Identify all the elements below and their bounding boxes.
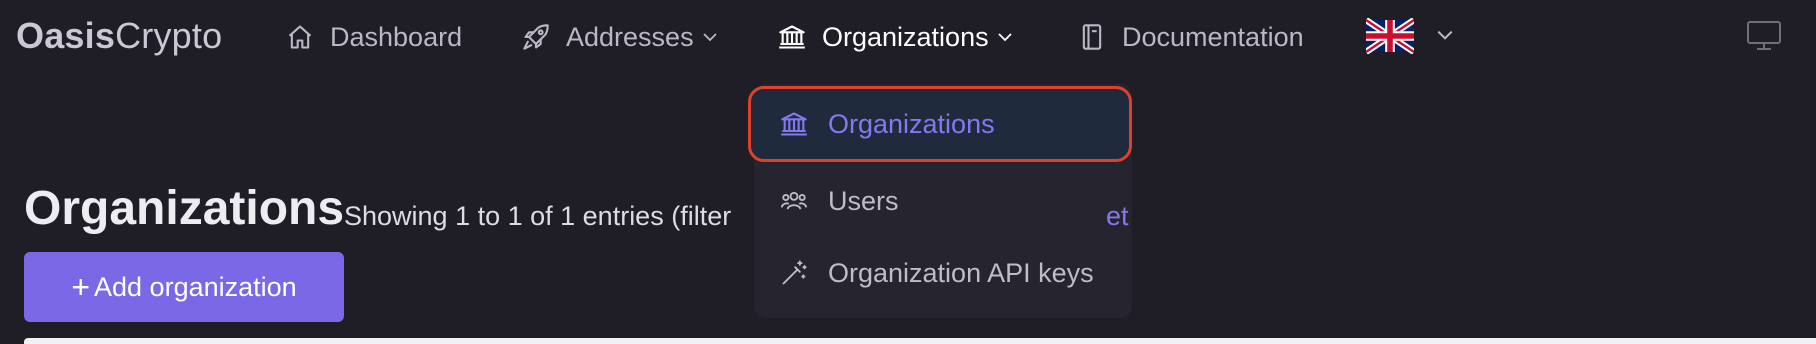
top-navbar: OasisCrypto Dashboard Addresses Organiza… bbox=[0, 0, 1816, 74]
add-organization-button[interactable]: + Add organization bbox=[24, 252, 344, 322]
nav-addresses-label: Addresses bbox=[566, 21, 694, 52]
nav-dashboard[interactable]: Dashboard bbox=[286, 18, 462, 56]
users-icon bbox=[780, 186, 810, 216]
language-chevron-down-icon[interactable] bbox=[1436, 26, 1456, 46]
chevron-down-icon bbox=[997, 28, 1015, 46]
dropdown-item-organizations[interactable]: Organizations bbox=[748, 86, 1132, 162]
nav-organizations[interactable]: Organizations bbox=[778, 18, 1015, 56]
content-card-edge bbox=[24, 338, 1816, 344]
nav-organizations-label: Organizations bbox=[822, 21, 989, 52]
dropdown-item-label: Organizations bbox=[828, 108, 995, 139]
chevron-down-icon bbox=[702, 28, 720, 46]
page-title: Organizations bbox=[24, 182, 345, 235]
dropdown-item-label: Users bbox=[828, 185, 899, 216]
nav-documentation[interactable]: Documentation bbox=[1078, 18, 1304, 56]
dropdown-item-organization-api-keys[interactable]: Organization API keys bbox=[754, 237, 1132, 309]
dropdown-item-users[interactable]: Users bbox=[754, 165, 1132, 237]
brand-logo[interactable]: OasisCrypto bbox=[16, 14, 222, 58]
nav-dashboard-label: Dashboard bbox=[330, 21, 463, 52]
nav-addresses[interactable]: Addresses bbox=[522, 18, 720, 56]
plus-icon: + bbox=[71, 269, 91, 305]
magic-wand-icon bbox=[780, 258, 810, 288]
bank-icon bbox=[780, 109, 810, 139]
organizations-dropdown-menu: Organizations Users Organization API key… bbox=[748, 84, 1132, 318]
uk-flag-icon[interactable] bbox=[1364, 17, 1416, 55]
rocket-icon bbox=[522, 22, 552, 52]
nav-documentation-label: Documentation bbox=[1122, 21, 1304, 52]
bank-icon bbox=[778, 22, 808, 52]
add-organization-label: Add organization bbox=[94, 271, 297, 302]
entries-summary: Showing 1 to 1 of 1 entries (filter bbox=[344, 201, 732, 231]
dropdown-item-label: Organization API keys bbox=[828, 257, 1094, 288]
book-icon bbox=[1078, 22, 1108, 52]
home-icon bbox=[286, 22, 316, 52]
monitor-icon[interactable] bbox=[1746, 20, 1782, 52]
reset-filter-link[interactable]: et bbox=[1106, 198, 1129, 234]
